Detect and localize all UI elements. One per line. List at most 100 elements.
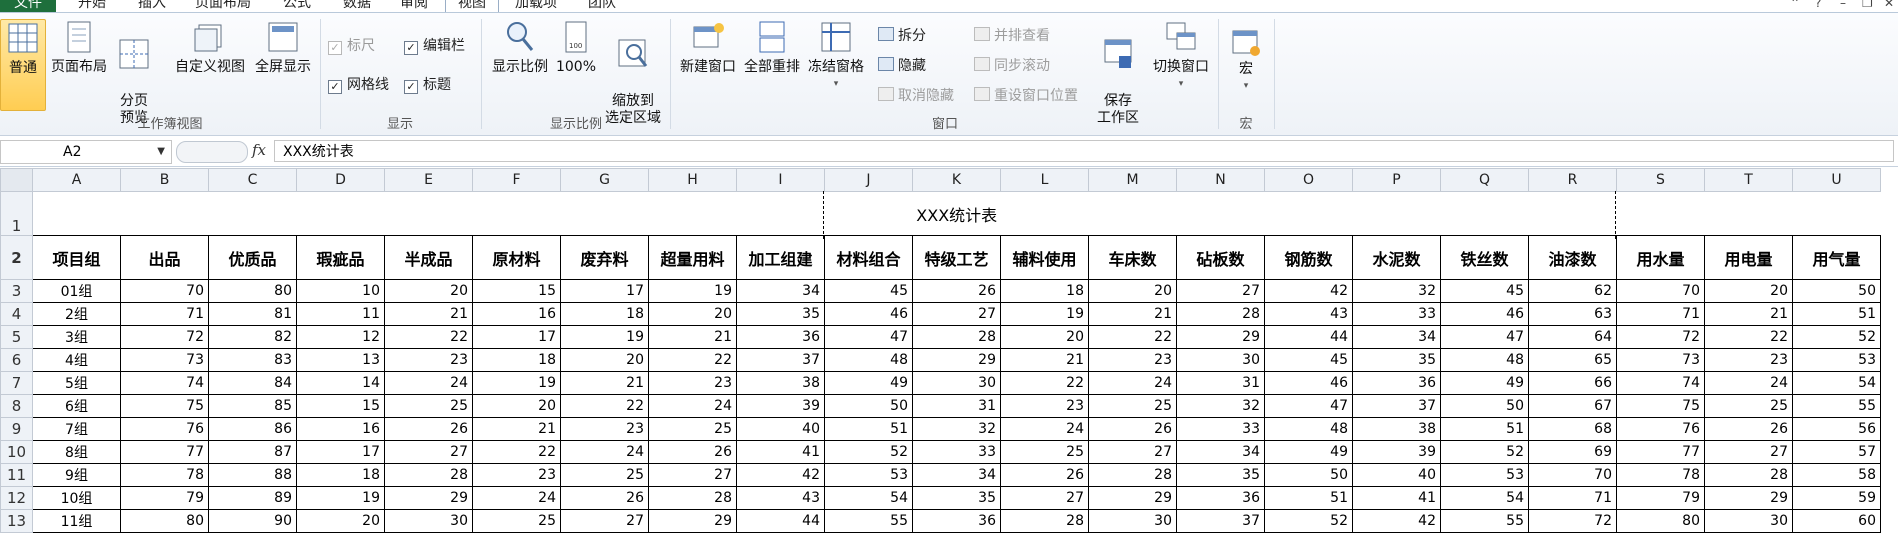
group-cell[interactable]: 9组 bbox=[32, 463, 121, 487]
value-cell[interactable]: 62 bbox=[1528, 279, 1617, 303]
value-cell[interactable]: 16 bbox=[296, 417, 385, 441]
value-cell[interactable]: 34 bbox=[912, 463, 1001, 487]
value-cell[interactable]: 26 bbox=[560, 486, 649, 510]
value-cell[interactable]: 24 bbox=[1088, 371, 1177, 395]
value-cell[interactable]: 35 bbox=[912, 486, 1001, 510]
column-header[interactable]: F bbox=[472, 168, 561, 192]
value-cell[interactable]: 28 bbox=[1088, 463, 1177, 487]
header-cell[interactable]: 油漆数 bbox=[1528, 235, 1617, 280]
value-cell[interactable]: 51 bbox=[1440, 417, 1529, 441]
column-header[interactable]: J bbox=[824, 168, 913, 192]
value-cell[interactable]: 79 bbox=[1616, 486, 1705, 510]
value-cell[interactable]: 33 bbox=[1176, 417, 1265, 441]
value-cell[interactable]: 29 bbox=[1176, 325, 1265, 349]
column-header[interactable]: I bbox=[736, 168, 825, 192]
value-cell[interactable]: 87 bbox=[208, 440, 297, 464]
value-cell[interactable]: 78 bbox=[120, 463, 209, 487]
value-cell[interactable]: 23 bbox=[1000, 394, 1089, 418]
value-cell[interactable]: 83 bbox=[208, 348, 297, 372]
value-cell[interactable]: 86 bbox=[208, 417, 297, 441]
value-cell[interactable]: 22 bbox=[1000, 371, 1089, 395]
value-cell[interactable]: 28 bbox=[648, 486, 737, 510]
value-cell[interactable]: 71 bbox=[1616, 302, 1705, 326]
value-cell[interactable]: 30 bbox=[912, 371, 1001, 395]
restore-icon[interactable]: ❐ bbox=[1862, 0, 1873, 10]
group-cell[interactable]: 10组 bbox=[32, 486, 121, 510]
value-cell[interactable]: 33 bbox=[912, 440, 1001, 464]
value-cell[interactable]: 48 bbox=[1440, 348, 1529, 372]
value-cell[interactable]: 26 bbox=[384, 417, 473, 441]
value-cell[interactable]: 17 bbox=[560, 279, 649, 303]
header-cell[interactable]: 用水量 bbox=[1616, 235, 1705, 280]
value-cell[interactable]: 75 bbox=[1616, 394, 1705, 418]
value-cell[interactable]: 49 bbox=[1440, 371, 1529, 395]
value-cell[interactable]: 35 bbox=[1176, 463, 1265, 487]
header-cell[interactable]: 优质品 bbox=[208, 235, 297, 280]
row-header[interactable]: 4 bbox=[0, 302, 33, 326]
header-cell[interactable]: 车床数 bbox=[1088, 235, 1177, 280]
value-cell[interactable]: 76 bbox=[120, 417, 209, 441]
row-header[interactable]: 5 bbox=[0, 325, 33, 349]
value-cell[interactable]: 18 bbox=[296, 463, 385, 487]
freeze-panes-button[interactable]: 冻结窗格 ▾ bbox=[804, 19, 868, 93]
tab-review[interactable]: 审阅 bbox=[400, 0, 428, 12]
formula-bar-checkbox[interactable]: ✓ 编辑栏 bbox=[404, 37, 465, 55]
value-cell[interactable]: 54 bbox=[1792, 371, 1881, 395]
tab-team[interactable]: 团队 bbox=[588, 0, 616, 12]
value-cell[interactable]: 28 bbox=[1176, 302, 1265, 326]
header-cell[interactable]: 辅料使用 bbox=[1000, 235, 1089, 280]
value-cell[interactable]: 74 bbox=[1616, 371, 1705, 395]
value-cell[interactable]: 22 bbox=[384, 325, 473, 349]
value-cell[interactable]: 20 bbox=[472, 394, 561, 418]
value-cell[interactable]: 67 bbox=[1528, 394, 1617, 418]
value-cell[interactable]: 45 bbox=[1440, 279, 1529, 303]
unhide-button[interactable]: 取消隐藏 bbox=[878, 87, 954, 105]
value-cell[interactable]: 47 bbox=[824, 325, 913, 349]
group-cell[interactable]: 11组 bbox=[32, 509, 121, 533]
value-cell[interactable]: 80 bbox=[208, 279, 297, 303]
row-header[interactable]: 11 bbox=[0, 463, 33, 487]
header-cell[interactable]: 用气量 bbox=[1792, 235, 1881, 280]
value-cell[interactable]: 30 bbox=[384, 509, 473, 533]
value-cell[interactable]: 53 bbox=[1792, 348, 1881, 372]
value-cell[interactable]: 55 bbox=[824, 509, 913, 533]
value-cell[interactable]: 47 bbox=[1264, 394, 1353, 418]
value-cell[interactable]: 26 bbox=[1704, 417, 1793, 441]
group-cell[interactable]: 4组 bbox=[32, 348, 121, 372]
value-cell[interactable]: 49 bbox=[824, 371, 913, 395]
value-cell[interactable]: 21 bbox=[1000, 348, 1089, 372]
value-cell[interactable]: 34 bbox=[1352, 325, 1441, 349]
value-cell[interactable]: 50 bbox=[1792, 279, 1881, 303]
value-cell[interactable]: 25 bbox=[1088, 394, 1177, 418]
value-cell[interactable]: 37 bbox=[1176, 509, 1265, 533]
value-cell[interactable]: 46 bbox=[1440, 302, 1529, 326]
value-cell[interactable]: 72 bbox=[1528, 509, 1617, 533]
value-cell[interactable]: 82 bbox=[208, 325, 297, 349]
value-cell[interactable]: 34 bbox=[736, 279, 825, 303]
arrange-all-button[interactable]: 全部重排 bbox=[740, 19, 804, 76]
value-cell[interactable]: 25 bbox=[384, 394, 473, 418]
value-cell[interactable]: 42 bbox=[736, 463, 825, 487]
value-cell[interactable]: 71 bbox=[120, 302, 209, 326]
value-cell[interactable]: 26 bbox=[912, 279, 1001, 303]
value-cell[interactable]: 27 bbox=[912, 302, 1001, 326]
value-cell[interactable]: 27 bbox=[1088, 440, 1177, 464]
value-cell[interactable]: 41 bbox=[736, 440, 825, 464]
gridlines-checkbox[interactable]: ✓ 网格线 bbox=[328, 76, 389, 94]
value-cell[interactable]: 28 bbox=[1000, 509, 1089, 533]
value-cell[interactable]: 39 bbox=[736, 394, 825, 418]
value-cell[interactable]: 22 bbox=[648, 348, 737, 372]
value-cell[interactable]: 70 bbox=[1616, 279, 1705, 303]
value-cell[interactable]: 27 bbox=[560, 509, 649, 533]
column-header[interactable]: M bbox=[1088, 168, 1177, 192]
value-cell[interactable]: 40 bbox=[1352, 463, 1441, 487]
column-header[interactable]: P bbox=[1352, 168, 1441, 192]
value-cell[interactable]: 22 bbox=[560, 394, 649, 418]
value-cell[interactable]: 46 bbox=[824, 302, 913, 326]
value-cell[interactable]: 23 bbox=[472, 463, 561, 487]
value-cell[interactable]: 58 bbox=[1792, 463, 1881, 487]
value-cell[interactable]: 26 bbox=[1000, 463, 1089, 487]
value-cell[interactable]: 29 bbox=[384, 486, 473, 510]
value-cell[interactable]: 19 bbox=[472, 371, 561, 395]
value-cell[interactable]: 43 bbox=[1264, 302, 1353, 326]
